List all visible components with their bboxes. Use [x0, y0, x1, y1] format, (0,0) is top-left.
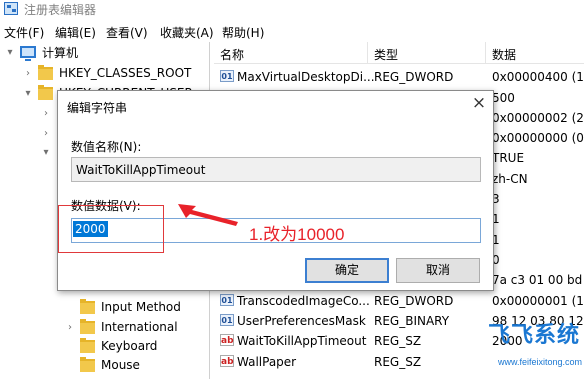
cell-type: REG_SZ	[374, 334, 422, 348]
tree-item-computer[interactable]: ▾ 计算机	[4, 42, 78, 62]
tree-item-international[interactable]: › International	[64, 317, 178, 337]
folder-icon	[80, 318, 95, 334]
folder-icon	[80, 298, 95, 314]
tree-item-label: Keyboard	[101, 339, 158, 353]
tree-item-keyboard[interactable]: Keyboard	[64, 336, 157, 356]
tree-item-hkcr[interactable]: › HKEY_CLASSES_ROOT	[22, 63, 191, 83]
chevron-down-icon[interactable]: ▾	[40, 147, 52, 158]
annotation-text: 1.改为10000	[249, 225, 345, 244]
chevron-right-icon[interactable]: ›	[64, 322, 76, 333]
menu-view[interactable]: 查看(V)	[106, 24, 148, 41]
string-value-icon: ab	[220, 355, 234, 367]
menu-edit[interactable]: 编辑(E)	[55, 24, 96, 41]
cell-data: 0x00000001 (1)	[492, 294, 584, 308]
cell-type: REG_SZ	[374, 355, 422, 369]
watermark-url: www.feifeixitong.com	[498, 357, 583, 367]
title-bar: 注册表编辑器	[0, 0, 584, 18]
column-divider[interactable]	[485, 42, 486, 64]
tree-item-label: 计算机	[42, 45, 79, 60]
column-header-name[interactable]: 名称	[220, 46, 244, 63]
tree-expander[interactable]: ▾	[40, 142, 56, 162]
tree-item-label: Input Method	[101, 300, 181, 314]
menu-bar: 文件(F) 编辑(E) 查看(V) 收藏夹(A) 帮助(H)	[0, 22, 584, 40]
cell-data: 0x00000002 (2)	[492, 111, 584, 125]
watermark-title: 飞飞系统	[488, 323, 581, 348]
menu-favorites[interactable]: 收藏夹(A)	[160, 24, 214, 41]
highlight-box	[58, 205, 164, 253]
cell-data: 0x00000400 (102	[492, 70, 584, 84]
tree-item-label: HKEY_CLASSES_ROOT	[59, 66, 192, 80]
folder-icon	[80, 356, 95, 372]
folder-icon	[38, 84, 53, 100]
cell-data: zh-CN	[492, 172, 528, 186]
tree-item-mouse[interactable]: Mouse	[64, 355, 140, 375]
tree-item-label: Mouse	[101, 358, 140, 372]
cell-data: 500	[492, 91, 515, 105]
annotation-arrow	[178, 204, 238, 226]
table-row[interactable]: 01 TranscodedImageCo... REG_DWORD 0x0000000…	[214, 291, 584, 311]
ok-button[interactable]: 确定	[305, 258, 389, 283]
dialog-title: 编辑字符串	[67, 101, 128, 115]
cell-type: REG_DWORD	[374, 294, 454, 308]
tree-item-label: International	[101, 320, 178, 334]
cancel-button[interactable]: 取消	[396, 258, 480, 283]
chevron-right-icon[interactable]: ›	[22, 68, 34, 79]
window-title: 注册表编辑器	[24, 3, 97, 17]
cell-data: 0x00000000 (0)	[492, 131, 584, 145]
table-row[interactable]: 01 MaxVirtualDesktopDi... REG_DWORD 0x00000…	[214, 67, 584, 87]
watermark-logo: 飞飞系统 www.feifeixitong.com	[468, 317, 584, 379]
tree-item-input-method[interactable]: Input Method	[64, 297, 181, 317]
close-icon[interactable]: ×	[469, 95, 489, 113]
chevron-down-icon[interactable]: ▾	[22, 88, 34, 99]
string-value-icon: ab	[220, 334, 234, 346]
folder-icon	[38, 64, 53, 80]
chevron-down-icon[interactable]: ▾	[4, 47, 16, 58]
value-name-field: WaitToKillAppTimeout	[71, 157, 481, 182]
list-header: 名称 类型 数据	[214, 42, 584, 64]
edit-string-dialog: 编辑字符串 × 数值名称(N): WaitToKillAppTimeout 数值…	[57, 90, 494, 291]
cell-name: MaxVirtualDesktopDi...	[237, 70, 375, 84]
value-name-label: 数值名称(N):	[71, 140, 142, 154]
folder-icon	[80, 337, 95, 353]
menu-help[interactable]: 帮助(H)	[222, 24, 264, 41]
binary-value-icon: 01	[220, 314, 234, 326]
chevron-right-icon[interactable]: ›	[40, 108, 52, 119]
value-name-text: WaitToKillAppTimeout	[76, 163, 206, 177]
cell-name: TranscodedImageCo...	[237, 294, 370, 308]
cell-type: REG_BINARY	[374, 314, 450, 328]
tree-expander[interactable]: ›	[40, 123, 56, 143]
binary-value-icon: 01	[220, 70, 234, 82]
menu-file[interactable]: 文件(F)	[4, 24, 44, 41]
binary-value-icon: 01	[220, 294, 234, 306]
column-header-type[interactable]: 类型	[374, 46, 398, 63]
cell-data: 7a c3 01 00 bd 0	[492, 273, 584, 287]
column-header-data[interactable]: 数据	[492, 46, 516, 63]
tree-expander[interactable]: ›	[40, 103, 56, 123]
computer-icon	[20, 46, 36, 61]
cell-name: WaitToKillAppTimeout	[237, 334, 367, 348]
chevron-right-icon[interactable]: ›	[40, 128, 52, 139]
cell-type: REG_DWORD	[374, 70, 454, 84]
cell-name: UserPreferencesMask	[237, 314, 366, 328]
cell-data: TRUE	[492, 151, 525, 165]
cell-name: WallPaper	[237, 355, 297, 369]
regedit-icon	[4, 2, 18, 15]
column-divider[interactable]	[367, 42, 368, 64]
